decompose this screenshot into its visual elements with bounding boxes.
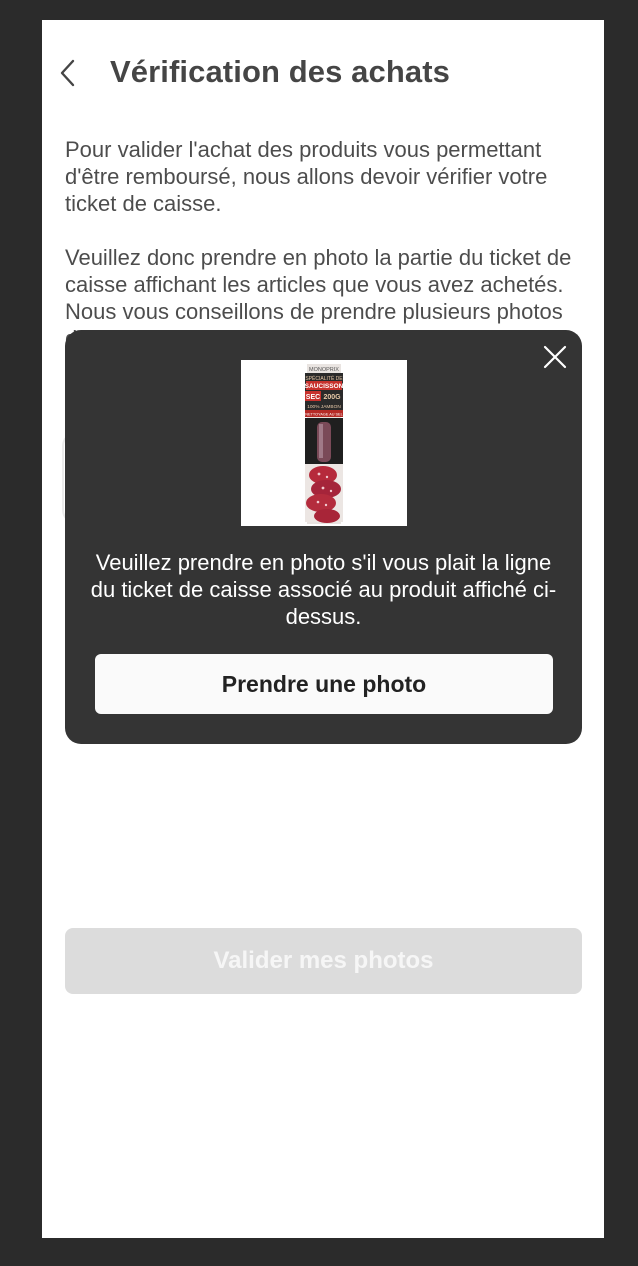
product-label-line-2: SAUCISSON (305, 383, 344, 390)
product-image: MONOPRIX SPÉCIALITÉ DE SAUCISSON SEC 200… (241, 360, 407, 526)
product-label-line-4: 200G (323, 394, 341, 401)
close-icon (543, 345, 567, 369)
product-label-line-6: NETTOYAGE AU SEL (305, 413, 342, 417)
close-button[interactable] (540, 342, 570, 372)
product-label-line-1: SPÉCIALITÉ DE (305, 375, 343, 382)
saucisson-package-image: MONOPRIX SPÉCIALITÉ DE SAUCISSON SEC 200… (241, 360, 407, 526)
product-brand: MONOPRIX (309, 367, 339, 373)
product-label-line-3: SEC (306, 394, 320, 401)
take-photo-button[interactable]: Prendre une photo (95, 654, 553, 714)
photo-request-modal: MONOPRIX SPÉCIALITÉ DE SAUCISSON SEC 200… (65, 330, 582, 744)
purchase-verification-screen: Vérification des achats Pour valider l'a… (42, 20, 604, 1238)
product-label-line-5: 100% JAMBON (307, 404, 341, 410)
modal-message: Veuillez prendre en photo s'il vous plai… (90, 550, 557, 629)
